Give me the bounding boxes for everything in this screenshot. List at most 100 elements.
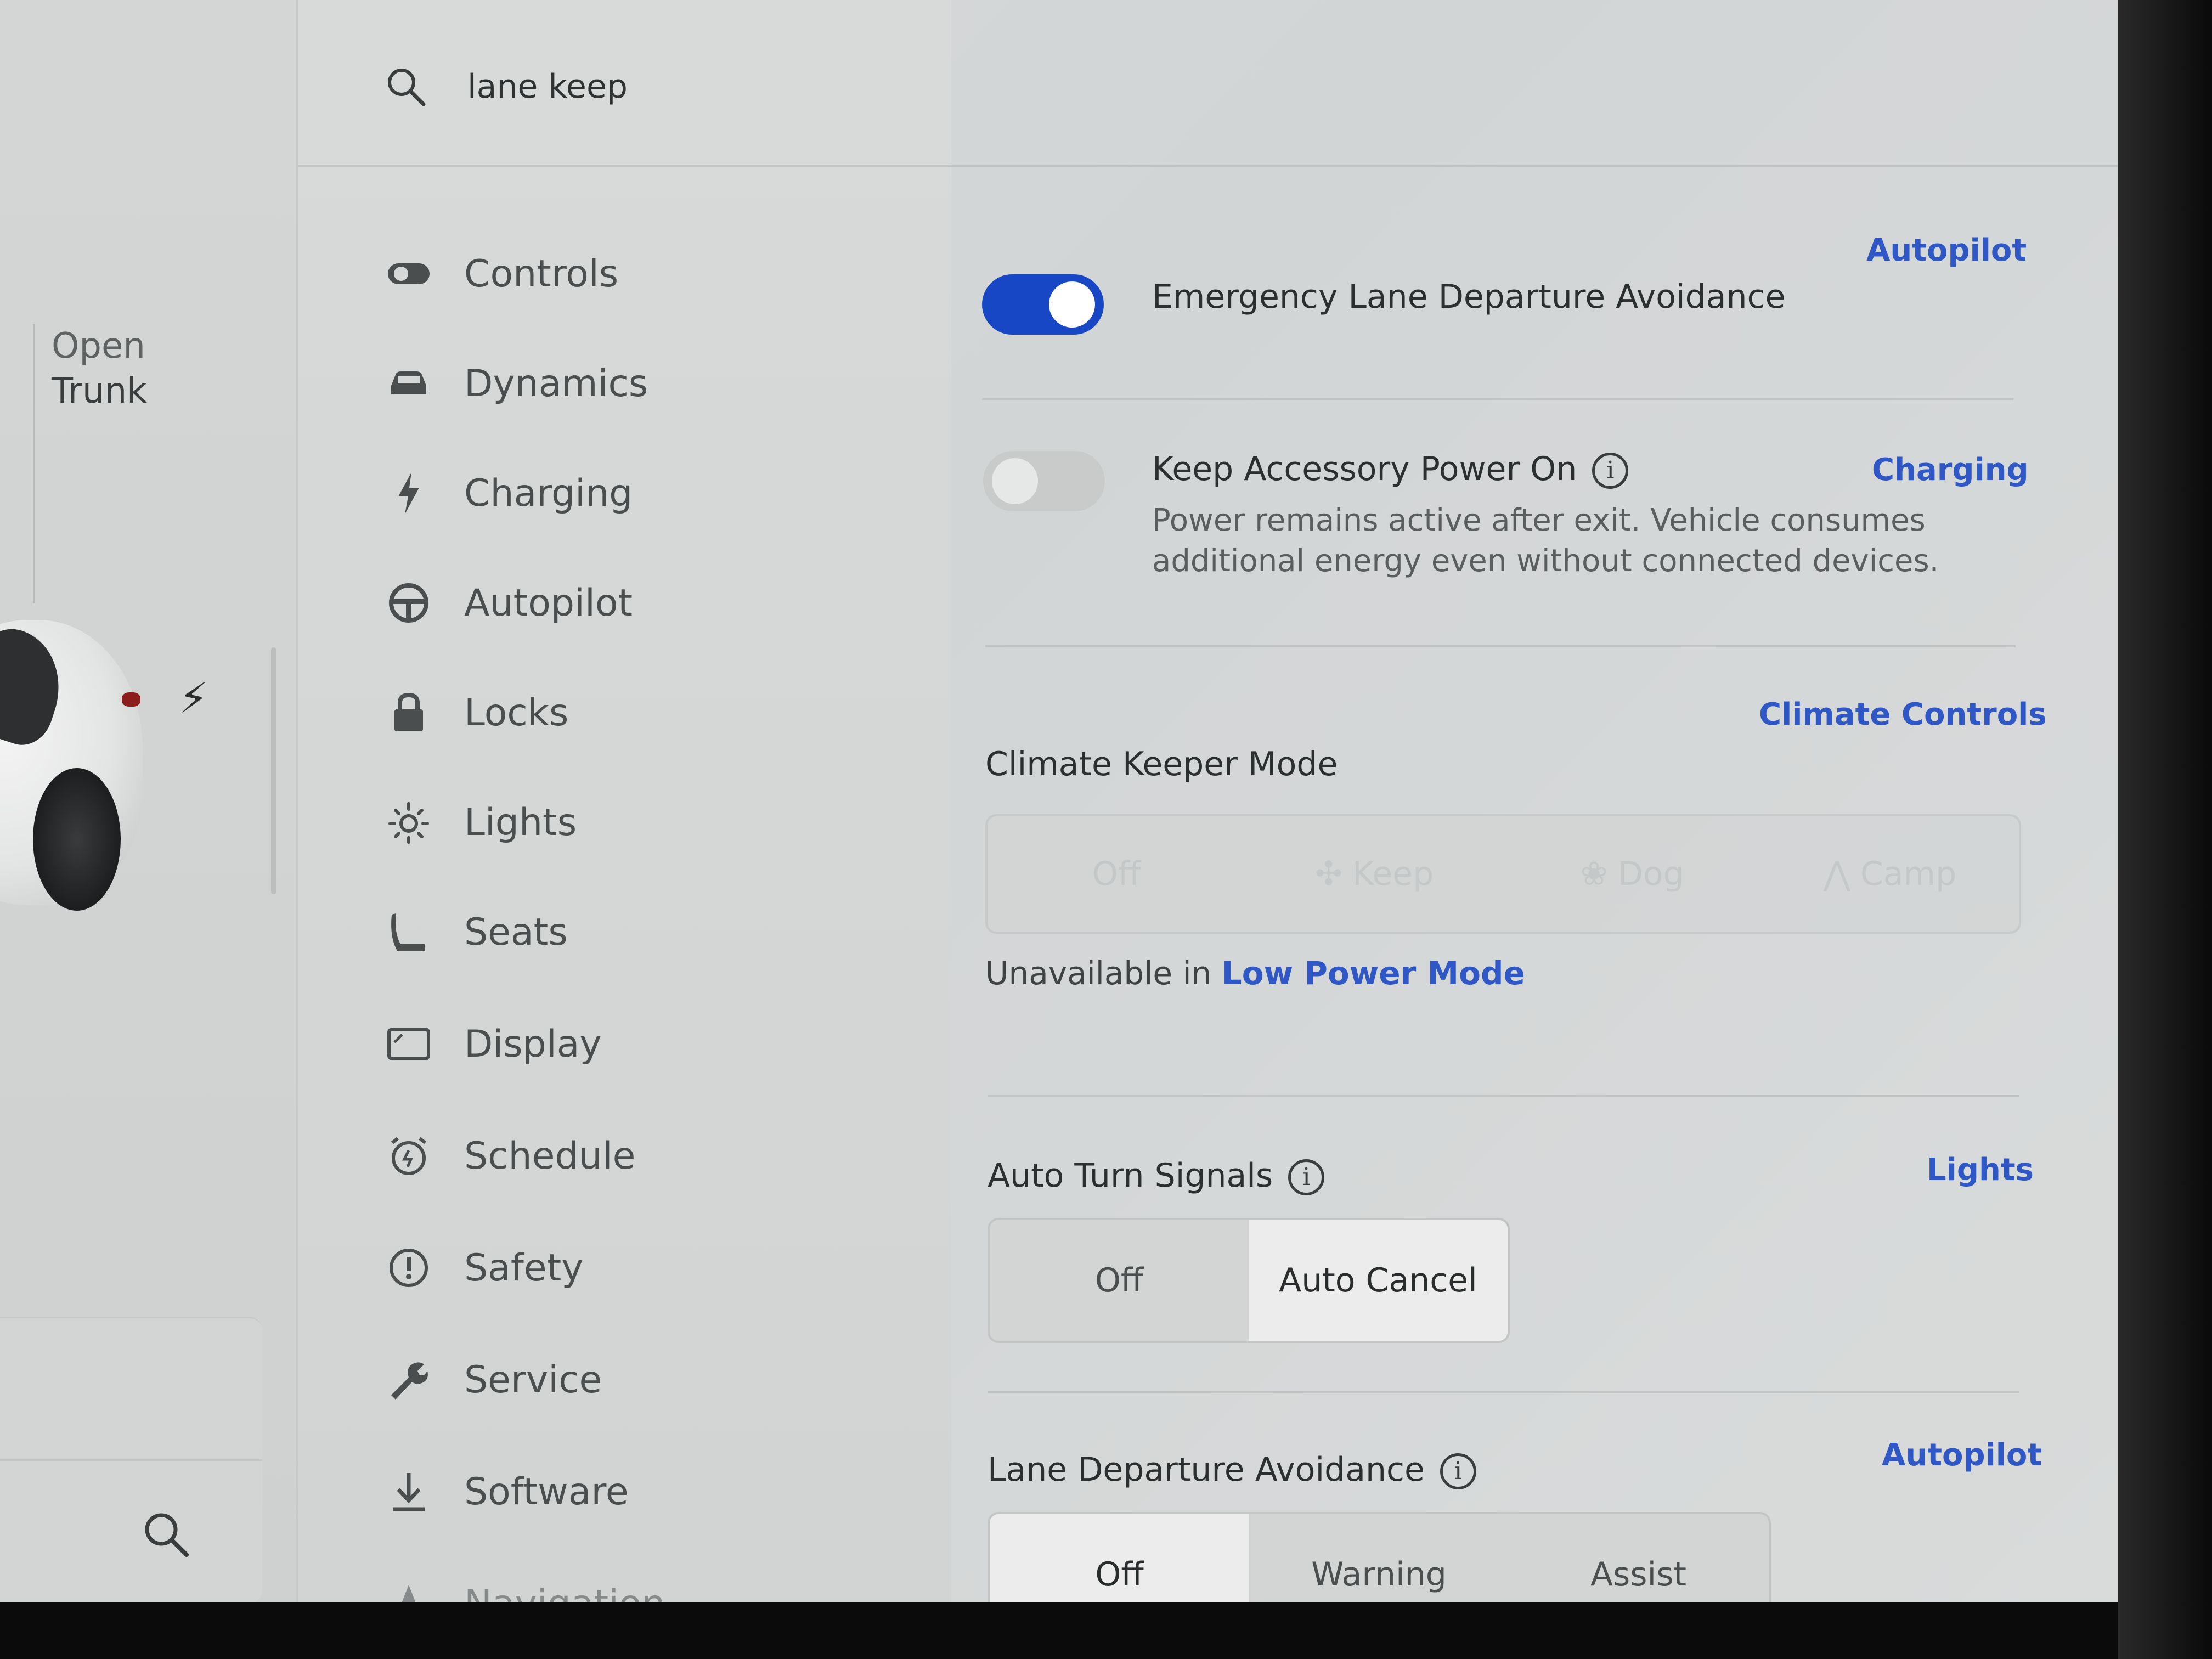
trunk-divider xyxy=(33,324,35,603)
menu-item-label: Service xyxy=(464,1358,602,1402)
download-icon xyxy=(384,1467,433,1516)
car-wheel xyxy=(33,768,121,911)
menu-item-navigation[interactable]: Navigation xyxy=(384,1573,823,1602)
low-power-mode-link[interactable]: Low Power Mode xyxy=(1222,955,1525,992)
category-link-climate-controls[interactable]: Climate Controls xyxy=(1759,697,2047,732)
climate-option-label: Keep xyxy=(1352,855,1434,893)
menu-item-software[interactable]: Software xyxy=(384,1462,823,1522)
divider xyxy=(982,398,2013,400)
info-icon[interactable]: i xyxy=(1592,453,1629,489)
climate-unavailable-notice: Unavailable in Low Power Mode xyxy=(985,955,1525,992)
climate-option-off: Off xyxy=(1092,855,1141,893)
menu-item-autopilot[interactable]: Autopilot xyxy=(384,573,823,633)
car-panel: Open Trunk ⚡ xyxy=(0,0,296,1602)
menu-item-controls[interactable]: Controls xyxy=(384,244,823,304)
bolt-icon xyxy=(384,469,433,518)
category-link-autopilot[interactable]: Autopilot xyxy=(1882,1437,2042,1473)
lda-title-text: Lane Departure Avoidance xyxy=(988,1451,1425,1489)
display-icon xyxy=(384,1019,433,1069)
climate-option-label: Camp xyxy=(1860,855,1957,893)
touchscreen: Open Trunk ⚡ lane keep Controls Dynamics… xyxy=(0,0,2118,1602)
seat-icon xyxy=(384,907,433,957)
menu-item-label: Schedule xyxy=(464,1134,636,1178)
accessory-power-title-text: Keep Accessory Power On xyxy=(1152,450,1577,488)
climate-keeper-title: Climate Keeper Mode xyxy=(985,745,1338,783)
accessory-power-title: Keep Accessory Power On i xyxy=(1152,450,1629,489)
sun-icon xyxy=(384,798,433,847)
menu-item-safety[interactable]: Safety xyxy=(384,1238,823,1298)
alarm-clock-icon xyxy=(384,1131,433,1181)
car-icon xyxy=(384,359,433,408)
menu-item-label: Display xyxy=(464,1022,602,1066)
menu-item-label: Locks xyxy=(464,691,569,735)
lda-option-off[interactable]: Off xyxy=(990,1514,1249,1602)
car-panel-scrollbar[interactable] xyxy=(271,647,276,894)
menu-item-label: Software xyxy=(464,1470,629,1514)
climate-keeper-selector: Off ✣ Keep ❀ Dog ⋀ Camp xyxy=(985,814,2021,934)
charge-port-bolt-icon[interactable]: ⚡ xyxy=(179,674,208,723)
trunk-label-line2: Trunk xyxy=(52,371,148,411)
tent-icon: ⋀ xyxy=(1823,855,1850,893)
climate-option-camp: ⋀ Camp xyxy=(1761,816,2019,932)
lda-option-warning[interactable]: Warning xyxy=(1249,1514,1509,1602)
fan-icon: ✣ xyxy=(1314,855,1342,893)
menu-item-service[interactable]: Service xyxy=(384,1350,823,1410)
menu-item-schedule[interactable]: Schedule xyxy=(384,1126,823,1186)
menu-item-label: Lights xyxy=(464,800,577,844)
climate-option-label: Dog xyxy=(1617,855,1684,893)
wrench-icon xyxy=(384,1355,433,1404)
accessory-power-description: Power remains active after exit. Vehicle… xyxy=(1152,503,1939,579)
menu-item-label: Controls xyxy=(464,252,619,296)
auto-turn-signals-title: Auto Turn Signals i xyxy=(988,1156,1325,1196)
elda-title: Emergency Lane Departure Avoidance xyxy=(1152,278,1786,316)
category-link-autopilot[interactable]: Autopilot xyxy=(1866,233,2027,268)
open-trunk-button[interactable]: Open Trunk xyxy=(52,324,147,414)
divider xyxy=(988,1095,2019,1097)
divider xyxy=(988,1391,2019,1393)
menu-item-display[interactable]: Display xyxy=(384,1014,823,1074)
info-icon[interactable]: i xyxy=(1288,1159,1325,1196)
category-link-lights[interactable]: Lights xyxy=(1927,1152,2034,1188)
accessory-power-toggle[interactable] xyxy=(983,451,1105,511)
menu-item-label: Charging xyxy=(464,471,633,515)
menu-item-charging[interactable]: Charging xyxy=(384,463,823,523)
lda-option-assist[interactable]: Assist xyxy=(1509,1514,1768,1602)
menu-item-label: Seats xyxy=(464,910,568,954)
turn-signals-option-off[interactable]: Off xyxy=(990,1220,1249,1341)
toggle-knob xyxy=(992,458,1038,504)
auto-turn-signals-title-text: Auto Turn Signals xyxy=(988,1156,1273,1195)
elda-toggle[interactable] xyxy=(982,274,1104,335)
screen-bezel-right xyxy=(2118,0,2212,1659)
search-results: Autopilot Emergency Lane Departure Avoid… xyxy=(949,165,2118,1602)
toggle-knob xyxy=(1049,281,1095,328)
lock-icon xyxy=(384,688,433,737)
menu-item-dynamics[interactable]: Dynamics xyxy=(384,353,823,414)
unavailable-text: Unavailable in xyxy=(985,955,1212,992)
climate-option-dog: ❀ Dog xyxy=(1503,816,1761,932)
search-icon xyxy=(388,69,426,106)
info-icon[interactable]: i xyxy=(1440,1453,1476,1490)
lda-title: Lane Departure Avoidance i xyxy=(988,1451,1476,1490)
navigation-arrow-icon xyxy=(384,1579,433,1602)
menu-item-lights[interactable]: Lights xyxy=(384,792,823,853)
climate-option-keep: ✣ Keep xyxy=(1245,816,1503,932)
category-link-charging[interactable]: Charging xyxy=(1872,452,2029,488)
menu-item-locks[interactable]: Locks xyxy=(384,682,823,743)
screen-bezel-bottom xyxy=(0,1602,2118,1659)
paw-icon: ❀ xyxy=(1580,855,1608,893)
car-taillight xyxy=(122,692,140,707)
search-input[interactable]: lane keep xyxy=(467,65,628,109)
menu-item-label: Dynamics xyxy=(464,362,648,405)
search-icon[interactable] xyxy=(142,1510,191,1559)
turn-signals-option-auto-cancel[interactable]: Auto Cancel xyxy=(1249,1220,1508,1341)
toggle-icon xyxy=(384,249,433,298)
alert-icon xyxy=(384,1243,433,1293)
left-card-divider xyxy=(0,1459,262,1461)
divider xyxy=(985,645,2016,647)
menu-item-label: Navigation xyxy=(464,1582,665,1602)
auto-turn-signals-selector[interactable]: Off Auto Cancel xyxy=(988,1218,1510,1343)
lda-selector[interactable]: Off Warning Assist xyxy=(988,1512,1771,1602)
menu-item-seats[interactable]: Seats xyxy=(384,902,823,962)
steering-wheel-icon xyxy=(384,578,433,628)
menu-item-label: Autopilot xyxy=(464,581,633,625)
